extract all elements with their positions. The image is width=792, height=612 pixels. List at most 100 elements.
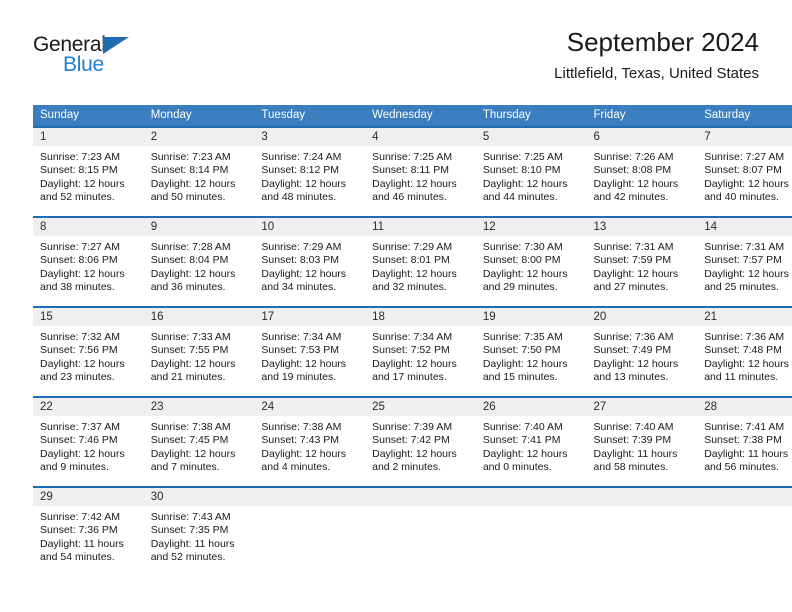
- calendar-day-cell[interactable]: 9 Sunrise: 7:28 AM Sunset: 8:04 PM Daylight…: [143, 216, 255, 307]
- day-details: [476, 506, 587, 511]
- calendar-page: General Blue September 2024 Littlefield,…: [0, 0, 792, 612]
- daylight-text: Daylight: 12 hours and 29 minutes.: [482, 267, 568, 294]
- daylight-text: Daylight: 12 hours and 25 minutes.: [704, 267, 789, 294]
- sunrise-text: Sunrise: 7:32 AM: [40, 331, 120, 343]
- calendar-day-cell[interactable]: 12 Sunrise: 7:30 AM Sunset: 8:00 PM Dayligh…: [475, 216, 587, 307]
- day-number: 13: [586, 218, 698, 236]
- calendar-day-cell[interactable]: 16 Sunrise: 7:33 AM Sunset: 7:55 PM Dayligh…: [143, 306, 255, 397]
- day-cell-inner: [475, 488, 587, 576]
- day-details: Sunrise: 7:29 AM Sunset: 8:03 PM Daylight:…: [254, 236, 365, 295]
- calendar-day-cell[interactable]: 23 Sunrise: 7:38 AM Sunset: 7:45 PM Dayligh…: [143, 396, 255, 487]
- calendar-day-cell[interactable]: 11 Sunrise: 7:29 AM Sunset: 8:01 PM Dayligh…: [365, 216, 476, 307]
- day-number: 9: [143, 218, 255, 236]
- day-details: Sunrise: 7:41 AM Sunset: 7:38 PM Daylight:…: [697, 416, 792, 475]
- sunrise-text: Sunrise: 7:27 AM: [40, 241, 120, 253]
- sunset-text: Sunset: 8:01 PM: [372, 254, 450, 267]
- sunrise-text: Sunrise: 7:41 AM: [704, 421, 785, 433]
- day-number: [475, 488, 587, 506]
- day-cell-inner: 4 Sunrise: 7:25 AM Sunset: 8:11 PM Daylight…: [365, 128, 476, 216]
- day-cell-inner: [697, 488, 792, 576]
- calendar-day-cell[interactable]: 14 Sunrise: 7:31 AM Sunset: 7:57 PM Dayligh…: [697, 216, 792, 307]
- day-number: 1: [33, 128, 144, 146]
- day-number: 25: [365, 398, 476, 416]
- calendar-day-cell[interactable]: 10 Sunrise: 7:29 AM Sunset: 8:03 PM Dayligh…: [254, 216, 366, 307]
- day-details: Sunrise: 7:38 AM Sunset: 7:43 PM Daylight:…: [254, 416, 365, 475]
- day-details: [365, 506, 476, 511]
- day-number: 27: [586, 398, 698, 416]
- daylight-text: Daylight: 12 hours and 40 minutes.: [704, 177, 789, 204]
- calendar-day-cell[interactable]: 15 Sunrise: 7:32 AM Sunset: 7:56 PM Dayligh…: [33, 306, 144, 397]
- calendar-day-cell[interactable]: 25 Sunrise: 7:39 AM Sunset: 7:42 PM Dayligh…: [365, 396, 476, 487]
- calendar-day-cell[interactable]: 21 Sunrise: 7:36 AM Sunset: 7:48 PM Dayligh…: [697, 306, 792, 397]
- calendar-day-cell[interactable]: 28 Sunrise: 7:41 AM Sunset: 7:38 PM Dayligh…: [697, 396, 792, 487]
- daylight-text: Daylight: 12 hours and 19 minutes.: [261, 357, 347, 384]
- sunset-text: Sunset: 7:45 PM: [150, 434, 229, 447]
- calendar-week-row: 1 Sunrise: 7:23 AM Sunset: 8:15 PM Daylight…: [33, 126, 792, 217]
- calendar-day-cell[interactable]: 5 Sunrise: 7:25 AM Sunset: 8:10 PM Daylight…: [475, 126, 587, 217]
- logo-text-general: General: [33, 33, 106, 56]
- day-details: Sunrise: 7:27 AM Sunset: 8:06 PM Daylight:…: [33, 236, 144, 295]
- calendar-week-row: 8 Sunrise: 7:27 AM Sunset: 8:06 PM Daylight…: [33, 216, 792, 307]
- day-number: 7: [697, 128, 792, 146]
- calendar-day-cell[interactable]: 8 Sunrise: 7:27 AM Sunset: 8:06 PM Daylight…: [33, 216, 144, 307]
- day-cell-inner: 16 Sunrise: 7:33 AM Sunset: 7:55 PM Dayligh…: [143, 308, 255, 396]
- daylight-text: Daylight: 11 hours and 54 minutes.: [40, 537, 124, 564]
- calendar-day-cell[interactable]: 13 Sunrise: 7:31 AM Sunset: 7:59 PM Dayligh…: [586, 216, 698, 307]
- day-number: 30: [143, 488, 255, 506]
- day-number: 2: [143, 128, 255, 146]
- daylight-text: Daylight: 12 hours and 38 minutes.: [40, 267, 125, 294]
- calendar-day-cell[interactable]: 22 Sunrise: 7:37 AM Sunset: 7:46 PM Dayligh…: [33, 396, 144, 487]
- calendar-day-cell[interactable]: 6 Sunrise: 7:26 AM Sunset: 8:08 PM Daylight…: [586, 126, 698, 217]
- day-number: 26: [475, 398, 587, 416]
- weekday-header-sunday: Sunday: [33, 105, 144, 127]
- day-details: Sunrise: 7:39 AM Sunset: 7:42 PM Daylight:…: [365, 416, 476, 475]
- calendar-day-cell[interactable]: 20 Sunrise: 7:36 AM Sunset: 7:49 PM Dayligh…: [586, 306, 698, 397]
- calendar-day-cell[interactable]: 3 Sunrise: 7:24 AM Sunset: 8:12 PM Daylight…: [254, 126, 366, 217]
- calendar-day-cell[interactable]: 18 Sunrise: 7:34 AM Sunset: 7:52 PM Dayligh…: [365, 306, 476, 397]
- sunrise-text: Sunrise: 7:40 AM: [593, 421, 674, 433]
- calendar-week-row: 15 Sunrise: 7:32 AM Sunset: 7:56 PM Dayligh…: [33, 306, 792, 397]
- day-cell-inner: 11 Sunrise: 7:29 AM Sunset: 8:01 PM Dayligh…: [365, 218, 476, 306]
- day-number: 18: [365, 308, 476, 326]
- daylight-text: Daylight: 12 hours and 36 minutes.: [150, 267, 236, 294]
- day-cell-inner: [254, 488, 366, 576]
- day-details: Sunrise: 7:31 AM Sunset: 7:57 PM Daylight:…: [697, 236, 792, 295]
- day-details: [254, 506, 365, 511]
- sunset-text: Sunset: 8:03 PM: [261, 254, 340, 267]
- calendar-day-cell[interactable]: 7 Sunrise: 7:27 AM Sunset: 8:07 PM Daylight…: [697, 126, 792, 217]
- day-details: Sunrise: 7:31 AM Sunset: 7:59 PM Daylight:…: [587, 236, 698, 295]
- daylight-text: Daylight: 12 hours and 11 minutes.: [704, 357, 789, 384]
- calendar-day-cell[interactable]: 4 Sunrise: 7:25 AM Sunset: 8:11 PM Daylight…: [365, 126, 476, 217]
- day-cell-inner: 19 Sunrise: 7:35 AM Sunset: 7:50 PM Dayligh…: [475, 308, 587, 396]
- sunrise-text: Sunrise: 7:37 AM: [40, 421, 120, 433]
- sunset-text: Sunset: 7:56 PM: [40, 344, 118, 357]
- calendar-day-cell[interactable]: 1 Sunrise: 7:23 AM Sunset: 8:15 PM Daylight…: [33, 126, 144, 217]
- day-number: [697, 488, 792, 506]
- calendar-day-cell[interactable]: 19 Sunrise: 7:35 AM Sunset: 7:50 PM Dayligh…: [475, 306, 587, 397]
- day-cell-inner: 24 Sunrise: 7:38 AM Sunset: 7:43 PM Dayligh…: [254, 398, 366, 486]
- general-blue-logo[interactable]: General Blue: [33, 34, 153, 80]
- calendar-week-row: 22 Sunrise: 7:37 AM Sunset: 7:46 PM Dayligh…: [33, 396, 792, 487]
- calendar-day-cell[interactable]: 27 Sunrise: 7:40 AM Sunset: 7:39 PM Dayligh…: [586, 396, 698, 487]
- calendar-day-cell[interactable]: 24 Sunrise: 7:38 AM Sunset: 7:43 PM Dayligh…: [254, 396, 366, 487]
- day-number: 24: [254, 398, 366, 416]
- daylight-text: Daylight: 12 hours and 2 minutes.: [372, 447, 457, 474]
- calendar-day-cell[interactable]: 26 Sunrise: 7:40 AM Sunset: 7:41 PM Dayligh…: [475, 396, 587, 487]
- day-number: 6: [586, 128, 698, 146]
- calendar-day-cell[interactable]: 30 Sunrise: 7:43 AM Sunset: 7:35 PM Dayligh…: [143, 486, 255, 576]
- day-details: Sunrise: 7:25 AM Sunset: 8:11 PM Daylight:…: [365, 146, 476, 205]
- day-number: 28: [697, 398, 792, 416]
- sunset-text: Sunset: 7:48 PM: [704, 344, 782, 357]
- day-details: Sunrise: 7:37 AM Sunset: 7:46 PM Daylight:…: [33, 416, 144, 475]
- calendar-table: Sunday Monday Tuesday Wednesday Thursday…: [33, 105, 792, 576]
- calendar-day-cell[interactable]: 2 Sunrise: 7:23 AM Sunset: 8:14 PM Daylight…: [143, 126, 255, 217]
- sunrise-text: Sunrise: 7:30 AM: [482, 241, 563, 253]
- calendar-day-cell[interactable]: 17 Sunrise: 7:34 AM Sunset: 7:53 PM Dayligh…: [254, 306, 366, 397]
- calendar-day-cell[interactable]: 29 Sunrise: 7:42 AM Sunset: 7:36 PM Dayligh…: [33, 486, 144, 576]
- sunrise-text: Sunrise: 7:23 AM: [150, 151, 231, 163]
- day-cell-inner: 2 Sunrise: 7:23 AM Sunset: 8:14 PM Daylight…: [143, 128, 255, 216]
- sunrise-text: Sunrise: 7:43 AM: [150, 511, 231, 523]
- day-details: Sunrise: 7:26 AM Sunset: 8:08 PM Daylight:…: [587, 146, 698, 205]
- sunset-text: Sunset: 7:35 PM: [150, 524, 229, 537]
- daylight-text: Daylight: 11 hours and 58 minutes.: [593, 447, 678, 474]
